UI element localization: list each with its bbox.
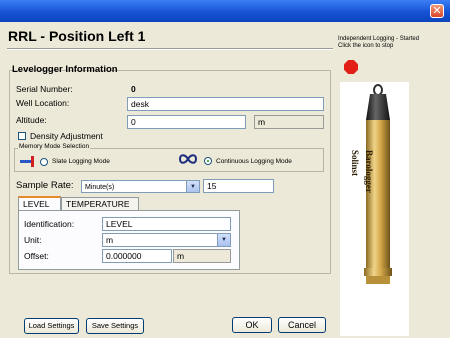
cancel-button[interactable]: Cancel <box>278 317 326 333</box>
chevron-down-icon[interactable]: ▼ <box>186 181 199 192</box>
density-adjustment-label: Density Adjustment <box>30 131 103 141</box>
close-button[interactable]: ✕ <box>430 4 444 18</box>
load-settings-button[interactable]: Load Settings <box>24 318 79 334</box>
altitude-unit: m <box>254 115 324 129</box>
logging-status-hint: Click the icon to stop <box>338 43 394 49</box>
tab-temperature[interactable]: TEMPERATURE <box>61 197 139 210</box>
serial-number-value: 0 <box>131 84 136 94</box>
logging-status: Independent Logging - Started Click the … <box>338 36 448 50</box>
offset-unit: m <box>173 249 231 263</box>
group-title: Levelogger Information <box>12 64 118 75</box>
page-title: RRL - Position Left 1 <box>8 28 146 44</box>
memory-mode-title: Memory Mode Selection <box>18 143 91 150</box>
continuous-mode-icon <box>178 154 198 164</box>
sample-rate-unit-select[interactable]: Minute(s) ▼ <box>81 180 200 193</box>
altitude-label: Altitude: <box>16 115 47 125</box>
identification-input[interactable]: LEVEL <box>102 217 231 231</box>
altitude-input[interactable]: 0 <box>127 115 246 129</box>
stop-icon[interactable] <box>344 60 358 74</box>
unit-label: Unit: <box>24 235 42 245</box>
sample-rate-unit-value: Minute(s) <box>85 184 115 191</box>
dialog-window: ✕ RRL - Position Left 1 Levelogger Infor… <box>0 0 450 338</box>
well-location-input[interactable]: desk <box>127 97 324 111</box>
slate-mode-label: Slate Logging Mode <box>52 158 110 165</box>
close-icon: ✕ <box>432 4 442 17</box>
tab-level[interactable]: LEVEL <box>18 196 61 210</box>
slate-mode-icon <box>20 156 34 167</box>
continuous-mode-label: Continuous Logging Mode <box>216 158 292 165</box>
ok-button[interactable]: OK <box>232 317 272 333</box>
offset-input[interactable]: 0.000000 <box>102 249 172 263</box>
barologger-image <box>364 84 392 284</box>
density-adjustment-checkbox[interactable] <box>18 132 26 140</box>
unit-select[interactable]: m ▼ <box>102 233 231 247</box>
device-brand-label: Solinst <box>350 150 360 177</box>
identification-label: Identification: <box>24 219 75 229</box>
save-settings-button[interactable]: Save Settings <box>86 318 144 334</box>
window-titlebar[interactable] <box>0 0 450 22</box>
title-divider <box>7 48 333 50</box>
logging-status-text: Independent Logging - Started <box>338 36 420 42</box>
well-location-label: Well Location: <box>16 98 70 108</box>
unit-select-value: m <box>106 235 114 245</box>
offset-label: Offset: <box>24 251 49 261</box>
slate-mode-radio[interactable] <box>40 158 48 166</box>
chevron-down-icon[interactable]: ▼ <box>217 234 230 246</box>
sample-rate-input[interactable]: 15 <box>203 179 274 193</box>
serial-number-label: Serial Number: <box>16 84 73 94</box>
sample-rate-label: Sample Rate: <box>16 180 74 191</box>
device-model-label: Barologger <box>364 150 374 193</box>
continuous-mode-radio[interactable] <box>204 157 212 165</box>
